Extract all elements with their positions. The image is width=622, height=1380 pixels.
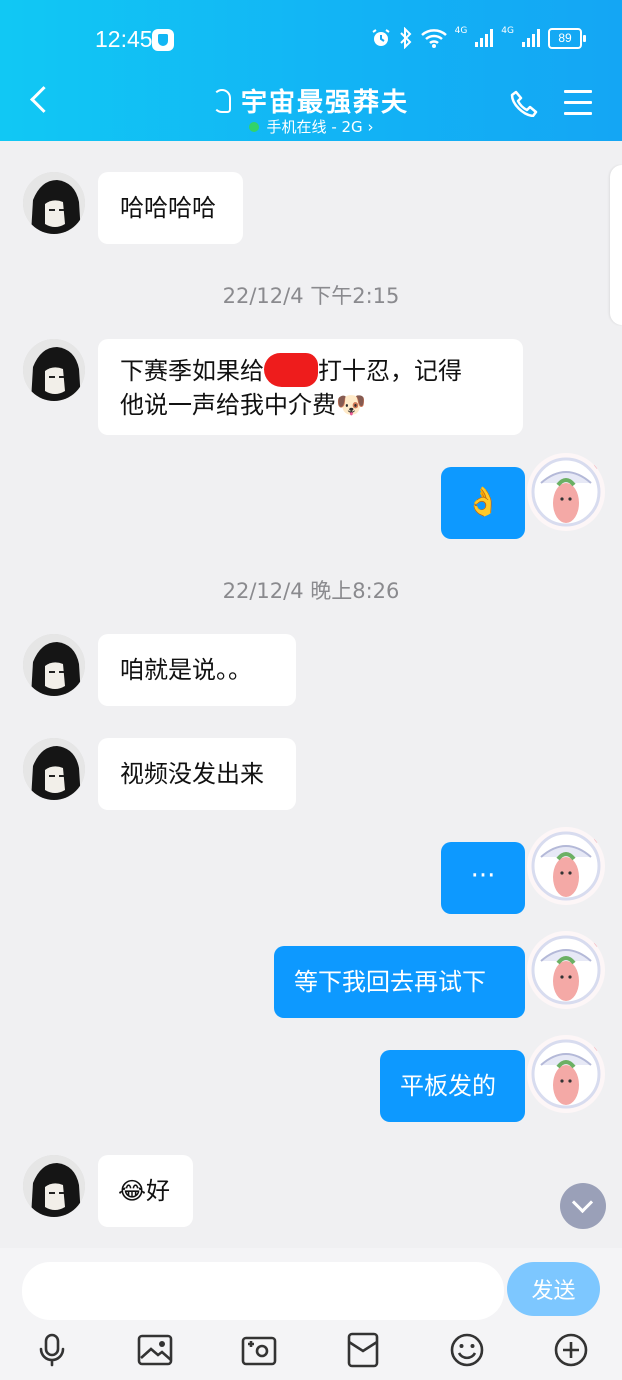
- network-type-2: 4G: [501, 26, 514, 36]
- contact-name: 宇宙最强莽夫: [240, 88, 409, 118]
- status-time: 12:45: [95, 26, 153, 52]
- signal-icon-1: [475, 29, 494, 47]
- message-bubble-self[interactable]: ···: [441, 842, 525, 914]
- battery-icon: 89: [548, 27, 586, 49]
- self-avatar[interactable]: ♥ ✦: [527, 453, 605, 531]
- network-type-1: 4G: [454, 26, 468, 36]
- online-status-text: 手机在线 - 2G: [266, 118, 363, 136]
- status-icons: 4G 4G 89: [371, 26, 586, 49]
- microphone-icon[interactable]: [34, 1332, 70, 1368]
- svg-text:♥: ♥: [593, 462, 601, 472]
- online-status[interactable]: 手机在线 - 2G ›: [0, 116, 622, 137]
- message-bubble-self[interactable]: 平板发的: [380, 1050, 525, 1122]
- message-bubble[interactable]: 咱就是说。。: [98, 634, 296, 706]
- online-dot-icon: [248, 122, 259, 132]
- menu-icon[interactable]: [564, 90, 592, 115]
- avatar[interactable]: [23, 738, 85, 800]
- shield-icon: [152, 29, 174, 51]
- avatar[interactable]: [23, 1155, 85, 1217]
- message-bubble-self[interactable]: 👌: [441, 467, 525, 539]
- message-input[interactable]: [22, 1262, 504, 1320]
- svg-text:♥: ♥: [593, 836, 601, 846]
- input-bar: 发送: [0, 1248, 622, 1380]
- svg-text:✦: ✦: [532, 890, 539, 899]
- message-line: 他说一声给我中介费🐶: [120, 391, 366, 419]
- message-bubble-self[interactable]: 等下我回去再试下: [274, 946, 525, 1018]
- phone-icon[interactable]: [510, 89, 538, 117]
- svg-text:✦: ✦: [532, 1098, 539, 1107]
- message-bubble[interactable]: 下赛季如果给 打十忍，记得 他说一声给我中介费🐶: [98, 339, 523, 435]
- svg-text:♥: ♥: [593, 1044, 601, 1054]
- avatar[interactable]: [23, 339, 85, 401]
- message-line: 下赛季如果给 打十忍，记得: [120, 353, 501, 388]
- chat-header: 12:45 4G 4G 89 宇宙最强莽夫 手机在线 - 2G ›: [0, 0, 622, 141]
- self-avatar[interactable]: ♥ ✦: [527, 1035, 605, 1113]
- message-bubble[interactable]: 视频没发出来: [98, 738, 296, 810]
- bluetooth-icon: [399, 27, 412, 49]
- camera-icon[interactable]: [241, 1332, 277, 1368]
- red-packet-icon[interactable]: [345, 1332, 381, 1368]
- self-avatar[interactable]: ♥ ✦: [527, 931, 605, 1009]
- emoji-icon[interactable]: [449, 1332, 485, 1368]
- avatar[interactable]: [23, 172, 85, 234]
- subtitle-chevron-icon: ›: [367, 118, 374, 136]
- plus-icon[interactable]: [553, 1332, 589, 1368]
- redaction-mark: [264, 353, 318, 387]
- timestamp: 22/12/4 晚上8:26: [222, 579, 400, 603]
- ear-icon: [212, 89, 231, 113]
- svg-text:✦: ✦: [532, 994, 539, 1003]
- alarm-icon: [372, 29, 390, 46]
- svg-text:♥: ♥: [593, 940, 601, 950]
- message-bubble[interactable]: 😂好: [98, 1155, 193, 1227]
- message-bubble[interactable]: 哈哈哈哈: [98, 172, 243, 244]
- avatar[interactable]: [23, 634, 85, 696]
- timestamp: 22/12/4 下午2:15: [222, 284, 400, 308]
- signal-icon-2: [522, 29, 540, 47]
- wifi-icon: [420, 29, 447, 48]
- send-button[interactable]: 发送: [507, 1262, 600, 1316]
- image-icon[interactable]: [137, 1332, 173, 1368]
- svg-text:✦: ✦: [532, 516, 539, 525]
- scroll-to-bottom-button[interactable]: [560, 1183, 606, 1229]
- self-avatar[interactable]: ♥ ✦: [527, 827, 605, 905]
